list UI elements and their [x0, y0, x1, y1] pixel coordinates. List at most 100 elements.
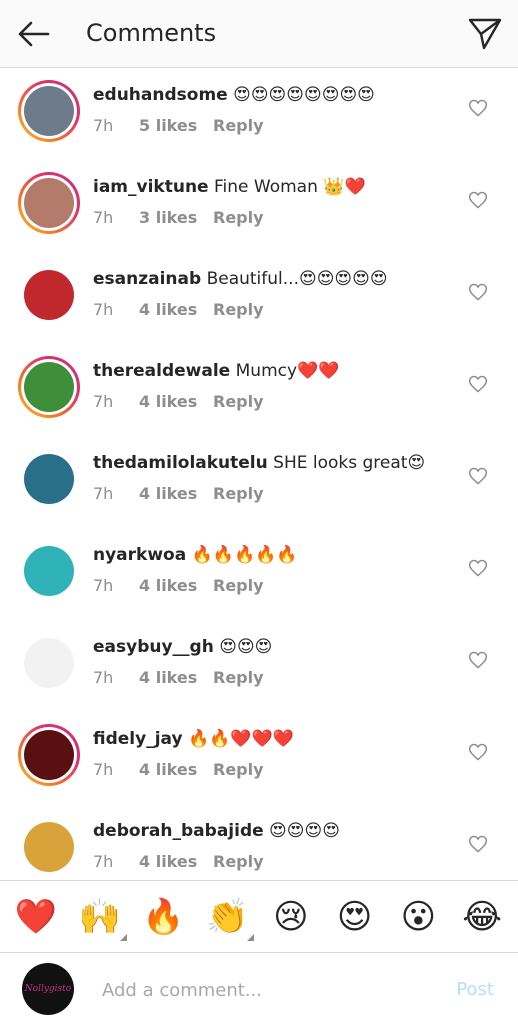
comment-meta: 7h 4 likes Reply [93, 576, 453, 595]
like-heart-icon[interactable] [468, 834, 488, 854]
comment-username[interactable]: thedamilolakutelu [93, 453, 268, 473]
emoji-surprised-button[interactable]: 😮 [393, 897, 443, 937]
avatar[interactable] [18, 448, 80, 510]
comment-input[interactable] [102, 975, 422, 1005]
avatar-frame [21, 359, 77, 415]
comment-body: fidely_jay 🔥🔥❤️❤️❤️ 7h 4 likes Reply [93, 726, 453, 779]
avatar[interactable] [18, 724, 80, 786]
comment-timestamp: 7h [93, 668, 114, 687]
like-heart-icon[interactable] [468, 282, 488, 302]
reply-button[interactable]: Reply [213, 760, 264, 779]
emoji-heart-eyes-button[interactable]: 😍 [330, 897, 380, 937]
comment-row[interactable]: iam_viktune Fine Woman 👑❤️ 7h 3 likes Reply [0, 160, 518, 252]
direct-share-icon[interactable] [466, 14, 504, 52]
avatar-image [24, 638, 74, 688]
comment-username[interactable]: fidely_jay [93, 729, 183, 749]
avatar[interactable] [18, 172, 80, 234]
avatar[interactable] [18, 264, 80, 326]
comment-timestamp: 7h [93, 392, 114, 411]
comment-list[interactable]: eduhandsome 😍😍😍😍😍😍😍😍 7h 5 likes Reply iam_vi… [0, 68, 518, 880]
avatar[interactable] [18, 356, 80, 418]
comment-text: SHE looks great😍 [273, 453, 426, 473]
comment-likes[interactable]: 4 likes [139, 484, 213, 503]
emoji-raised-hands-button[interactable]: 🙌 [75, 897, 127, 941]
avatar[interactable] [18, 80, 80, 142]
comment-likes[interactable]: 4 likes [139, 576, 213, 595]
like-heart-icon[interactable] [468, 374, 488, 394]
comment-likes[interactable]: 3 likes [139, 208, 213, 227]
like-heart-icon[interactable] [468, 558, 488, 578]
comment-likes[interactable]: 4 likes [139, 300, 213, 319]
comment-text: 🔥🔥❤️❤️❤️ [187, 729, 294, 749]
comment-likes[interactable]: 4 likes [139, 392, 213, 411]
variant-indicator-icon [247, 933, 255, 941]
comment-body: esanzainab Beautiful...😍😍😍😍😍 7h 4 likes Rep… [93, 266, 453, 319]
reply-button[interactable]: Reply [213, 484, 264, 503]
current-user-avatar-text: Nollygisto [24, 984, 72, 994]
emoji-crying-button[interactable]: 😢 [266, 897, 316, 937]
like-heart-icon[interactable] [468, 650, 488, 670]
comment-row[interactable]: easybuy__gh 😍😍😍 7h 4 likes Reply [0, 620, 518, 712]
comment-body: deborah_babajide 😍😍😍😍 7h 4 likes Reply [93, 818, 453, 871]
comment-username[interactable]: eduhandsome [93, 85, 228, 105]
reply-button[interactable]: Reply [213, 300, 264, 319]
emoji-clap-button[interactable]: 👏 [202, 897, 255, 941]
comment-line: easybuy__gh 😍😍😍 [93, 634, 453, 660]
avatar-frame [21, 819, 77, 875]
emoji-heart-button[interactable]: ❤️ [11, 897, 61, 937]
comment-meta: 7h 4 likes Reply [93, 760, 453, 779]
comment-row[interactable]: esanzainab Beautiful...😍😍😍😍😍 7h 4 likes Rep… [0, 252, 518, 344]
avatar-image [24, 546, 74, 596]
comment-timestamp: 7h [93, 116, 114, 135]
comment-row[interactable]: therealdewale Mumcy❤️❤️ 7h 4 likes Reply [0, 344, 518, 436]
avatar-image [24, 454, 74, 504]
comment-timestamp: 7h [93, 300, 114, 319]
comment-line: deborah_babajide 😍😍😍😍 [93, 818, 453, 844]
emoji-tears-of-joy-button[interactable]: 😂 [457, 897, 507, 937]
like-heart-icon[interactable] [468, 742, 488, 762]
header-bar: Comments [0, 0, 518, 68]
comment-likes[interactable]: 4 likes [139, 760, 213, 779]
comment-username[interactable]: iam_viktune [93, 177, 209, 197]
comment-row[interactable]: thedamilolakutelu SHE looks great😍 7h 4 li… [0, 436, 518, 528]
comment-username[interactable]: deborah_babajide [93, 821, 264, 841]
post-button[interactable]: Post [456, 979, 494, 1000]
reply-button[interactable]: Reply [213, 116, 264, 135]
comment-text: 😍😍😍 [219, 637, 273, 657]
comment-text: 😍😍😍😍 [269, 821, 340, 841]
reply-button[interactable]: Reply [213, 668, 264, 687]
comment-likes[interactable]: 4 likes [139, 668, 213, 687]
avatar-frame [21, 543, 77, 599]
comment-username[interactable]: easybuy__gh [93, 637, 214, 657]
avatar[interactable] [18, 632, 80, 694]
avatar-image [24, 730, 74, 780]
comment-meta: 7h 4 likes Reply [93, 392, 453, 411]
comment-row[interactable]: eduhandsome 😍😍😍😍😍😍😍😍 7h 5 likes Reply [0, 68, 518, 160]
comment-body: easybuy__gh 😍😍😍 7h 4 likes Reply [93, 634, 453, 687]
reply-button[interactable]: Reply [213, 392, 264, 411]
avatar[interactable] [18, 816, 80, 878]
reply-button[interactable]: Reply [213, 208, 264, 227]
comment-line: fidely_jay 🔥🔥❤️❤️❤️ [93, 726, 453, 752]
comment-timestamp: 7h [93, 208, 114, 227]
avatar[interactable] [18, 540, 80, 602]
crying-emoji-icon: 😢 [273, 896, 309, 937]
comment-row[interactable]: nyarkwoa 🔥🔥🔥🔥🔥 7h 4 likes Reply [0, 528, 518, 620]
comment-timestamp: 7h [93, 484, 114, 503]
back-arrow-icon[interactable] [14, 14, 54, 54]
reply-button[interactable]: Reply [213, 852, 264, 871]
like-heart-icon[interactable] [468, 190, 488, 210]
comment-username[interactable]: nyarkwoa [93, 545, 186, 565]
comment-username[interactable]: esanzainab [93, 269, 201, 289]
like-heart-icon[interactable] [468, 98, 488, 118]
comment-username[interactable]: therealdewale [93, 361, 230, 381]
comment-likes[interactable]: 5 likes [139, 116, 213, 135]
emoji-fire-button[interactable]: 🔥 [138, 897, 188, 937]
comment-line: therealdewale Mumcy❤️❤️ [93, 358, 453, 384]
comment-likes[interactable]: 4 likes [139, 852, 213, 871]
reply-button[interactable]: Reply [213, 576, 264, 595]
like-heart-icon[interactable] [468, 466, 488, 486]
heart-eyes-emoji-icon: 😍 [336, 896, 373, 937]
comment-row[interactable]: fidely_jay 🔥🔥❤️❤️❤️ 7h 4 likes Reply [0, 712, 518, 804]
comment-row[interactable]: deborah_babajide 😍😍😍😍 7h 4 likes Reply [0, 804, 518, 880]
